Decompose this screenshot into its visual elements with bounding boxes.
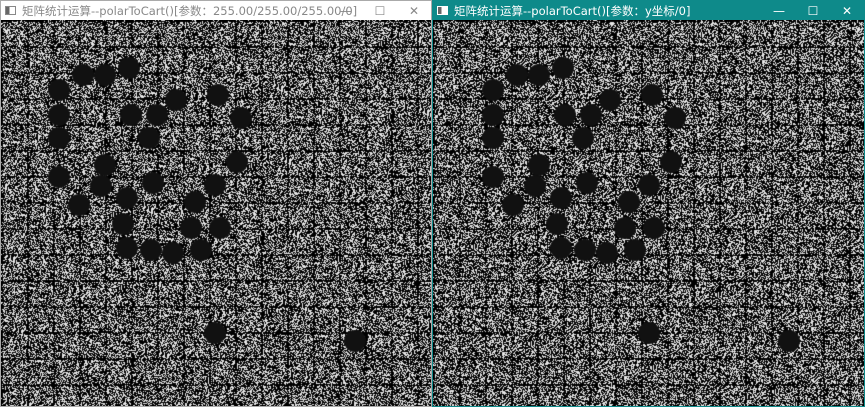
image-canvas [1,20,431,406]
minimize-button[interactable]: — [329,1,363,20]
window-left: 矩阵统计运算--polarToCart()[参数：255.00/255.00/2… [0,0,432,407]
window-title: 矩阵统计运算--polarToCart()[参数：y坐标/0] [454,3,691,18]
window-right: 矩阵统计运算--polarToCart()[参数：y坐标/0] — ☐ ✕ [432,0,865,407]
app-icon [437,6,448,15]
close-button[interactable]: ✕ [397,1,431,20]
maximize-button[interactable]: ☐ [363,1,397,20]
maximize-button[interactable]: ☐ [796,1,830,20]
window-title: 矩阵统计运算--polarToCart()[参数：255.00/255.00/2… [22,3,358,18]
app-icon [5,6,16,15]
minimize-button[interactable]: — [762,1,796,20]
close-button[interactable]: ✕ [830,1,864,20]
image-canvas [433,20,864,406]
title-bar[interactable]: 矩阵统计运算--polarToCart()[参数：y坐标/0] — ☐ ✕ [433,1,864,20]
title-bar[interactable]: 矩阵统计运算--polarToCart()[参数：255.00/255.00/2… [1,1,431,20]
